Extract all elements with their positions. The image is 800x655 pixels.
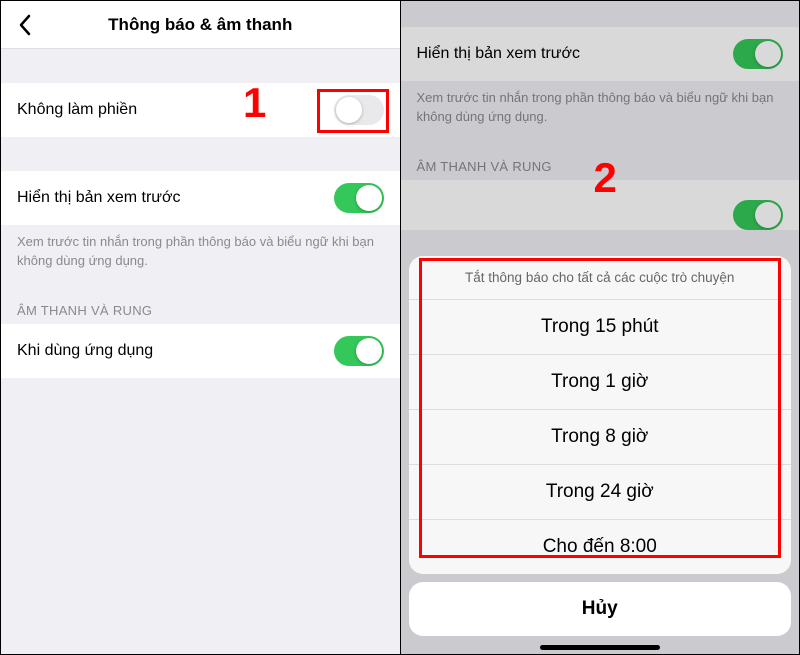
right-pane: Hiển thị bản xem trước Xem trước tin nhắ…	[401, 1, 800, 654]
composite-frame: Thông báo & âm thanh Không làm phiền Hiể…	[0, 0, 800, 655]
left-pane: Thông báo & âm thanh Không làm phiền Hiể…	[1, 1, 400, 654]
section-header-sound: ÂM THANH VÀ RUNG	[1, 285, 400, 324]
preview-label: Hiển thị bản xem trước	[17, 189, 180, 207]
header-bar: Thông báo & âm thanh	[1, 1, 400, 49]
back-button[interactable]	[9, 9, 41, 41]
home-indicator	[540, 645, 660, 650]
in-app-toggle[interactable]	[334, 336, 384, 366]
page-title: Thông báo & âm thanh	[108, 15, 292, 35]
preview-description: Xem trước tin nhắn trong phần thông báo …	[1, 225, 400, 285]
preview-toggle[interactable]	[334, 183, 384, 213]
in-app-label: Khi dùng ứng dụng	[17, 342, 153, 360]
row-show-preview[interactable]: Hiển thị bản xem trước	[1, 171, 400, 225]
row-in-app[interactable]: Khi dùng ứng dụng	[1, 324, 400, 378]
annotation-box-2	[419, 258, 781, 558]
annotation-number-1: 1	[243, 79, 266, 127]
dnd-label: Không làm phiền	[17, 101, 137, 119]
cancel-button[interactable]: Hủy	[409, 582, 792, 636]
chevron-left-icon	[18, 14, 32, 36]
annotation-number-2: 2	[594, 154, 617, 202]
annotation-box-1	[317, 89, 389, 133]
